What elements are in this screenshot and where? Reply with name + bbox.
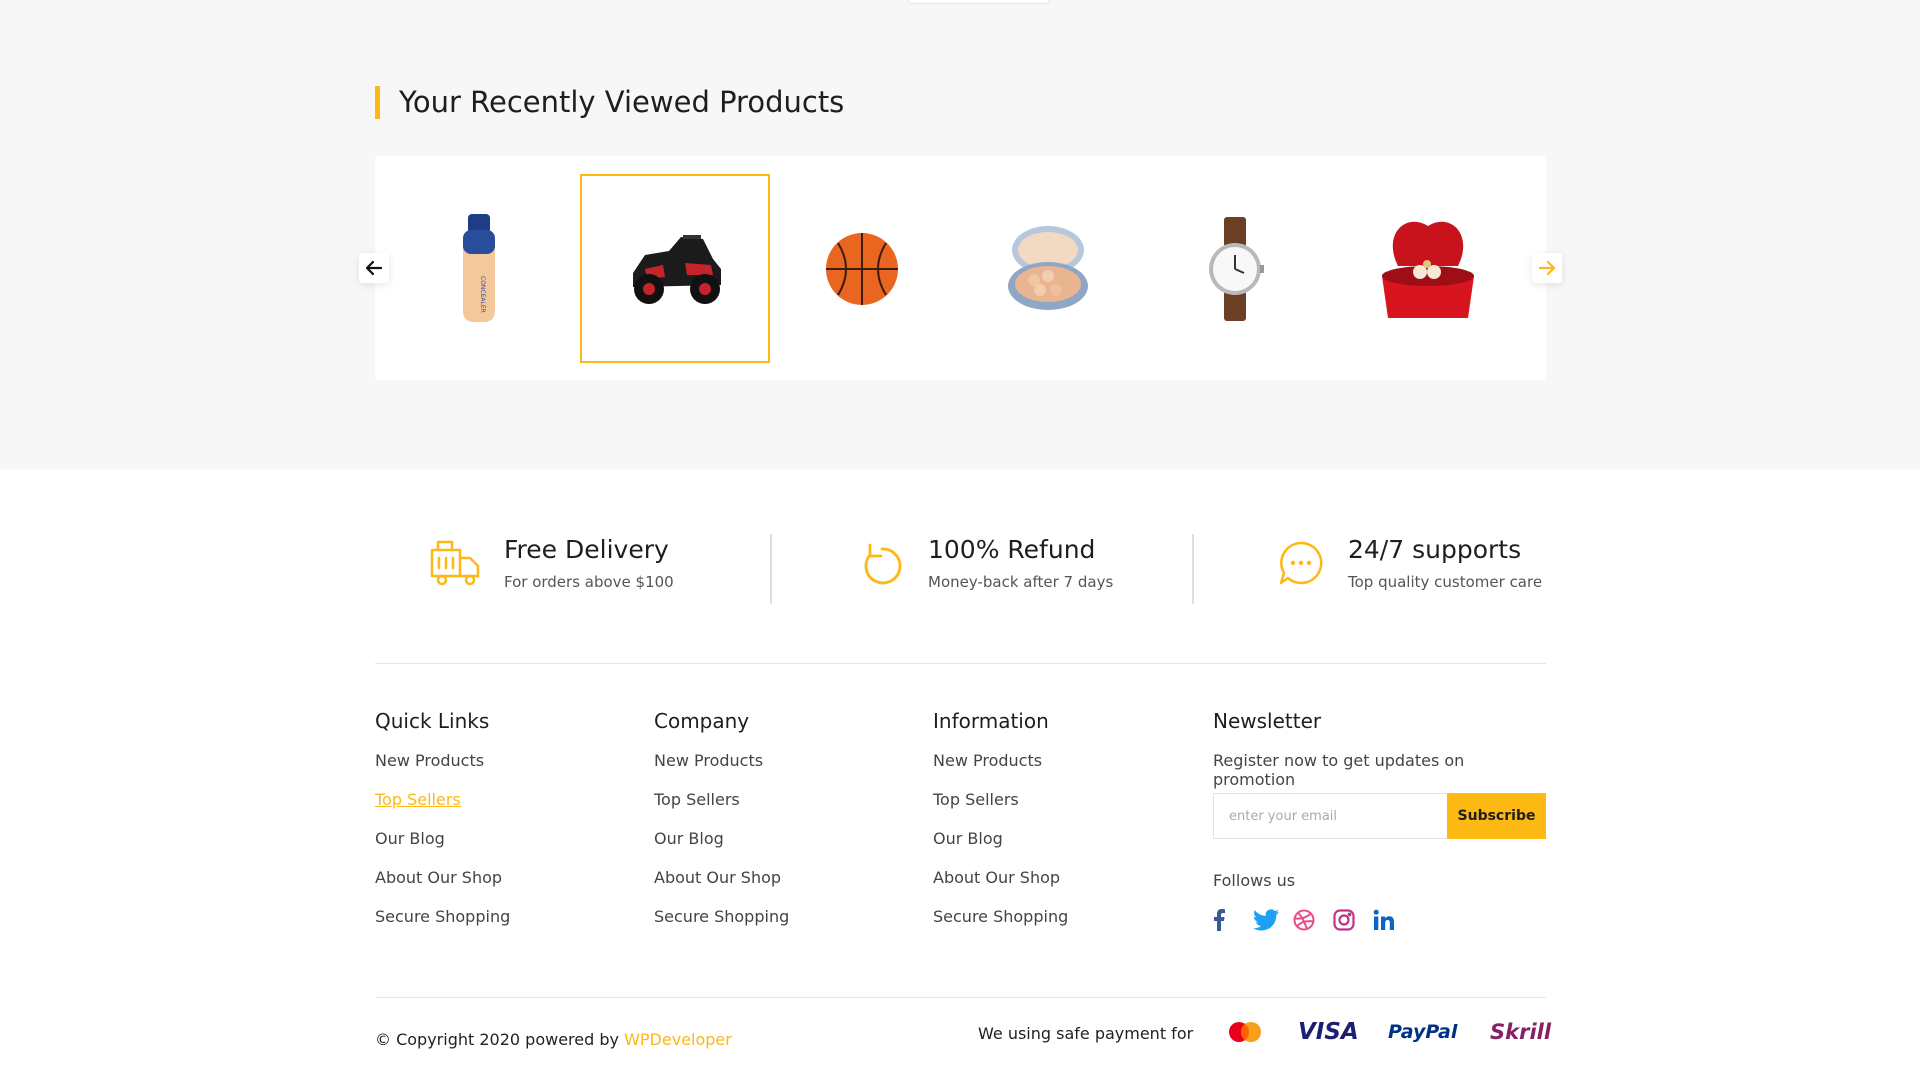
twitter-icon[interactable]: [1253, 907, 1293, 933]
section-title: Your Recently Viewed Products: [375, 86, 844, 119]
site-footer: Free Delivery For orders above $100 100%…: [0, 469, 1920, 1080]
chat-support-icon: [1279, 541, 1323, 585]
footer-link[interactable]: Our Blog: [375, 829, 510, 868]
powder-compact-image: [1008, 225, 1088, 310]
visa-logo: VISA: [1298, 1019, 1359, 1045]
facebook-icon[interactable]: [1213, 907, 1253, 933]
column-title: Newsletter: [1213, 709, 1322, 733]
feature-refund: 100% Refund Money-back after 7 days: [862, 535, 1113, 591]
footer-link[interactable]: New Products: [654, 751, 789, 790]
arrow-right-icon: [1539, 261, 1555, 275]
feature-divider: [1192, 534, 1194, 604]
footer-link[interactable]: Secure Shopping: [654, 907, 789, 946]
column-title: Information: [933, 709, 1049, 733]
feature-subtitle: For orders above $100: [504, 573, 674, 591]
company-column: Company New Products Top Sellers Our Blo…: [654, 709, 789, 946]
feature-subtitle: Money-back after 7 days: [928, 573, 1114, 591]
follow-label: Follows us: [1213, 871, 1296, 890]
footer-link[interactable]: New Products: [933, 751, 1068, 790]
product-card[interactable]: [1333, 174, 1523, 363]
footer-bottom-divider: [375, 997, 1546, 998]
newsletter-column: Newsletter Register now to get updates o…: [1213, 709, 1546, 931]
page-tab-stub: [908, 0, 1050, 4]
ring-box-image: [1382, 221, 1474, 318]
newsletter-form: Subscribe: [1213, 793, 1546, 839]
arrow-left-icon: [366, 261, 382, 275]
social-links: [1213, 907, 1413, 933]
quick-links-column: Quick Links New Products Top Sellers Our…: [375, 709, 510, 946]
footer-divider: [375, 663, 1546, 664]
feature-title: 24/7 supports: [1348, 535, 1522, 564]
concealer-bottle-image: CONCEALER: [463, 213, 495, 322]
footer-link[interactable]: Top Sellers: [654, 790, 789, 829]
toy-jeep-image: [633, 234, 721, 304]
paypal-logo: PayPal: [1388, 1021, 1458, 1043]
footer-link[interactable]: About Our Shop: [933, 868, 1068, 907]
product-card[interactable]: CONCEALER: [384, 174, 574, 363]
feature-title: Free Delivery: [504, 535, 669, 564]
footer-link[interactable]: Our Blog: [654, 829, 789, 868]
footer-link[interactable]: About Our Shop: [654, 868, 789, 907]
dribbble-icon[interactable]: [1293, 907, 1333, 933]
delivery-truck-icon: [430, 540, 480, 586]
recently-viewed-section: Your Recently Viewed Products CONCEALER: [0, 0, 1920, 469]
product-carousel: CONCEALER: [375, 156, 1546, 380]
feature-free-delivery: Free Delivery For orders above $100: [430, 535, 674, 591]
wrist-watch-image: [1209, 216, 1264, 321]
carousel-prev-button[interactable]: [359, 253, 389, 283]
feature-subtitle: Top quality customer care: [1348, 573, 1543, 591]
mastercard-icon: [1228, 1017, 1262, 1047]
bottle-label: CONCEALER: [479, 276, 486, 313]
instagram-icon[interactable]: [1333, 907, 1373, 933]
carousel-next-button[interactable]: [1532, 253, 1562, 283]
column-title: Quick Links: [375, 709, 490, 733]
copyright-text: © Copyright 2020 powered by: [375, 1030, 625, 1049]
footer-link[interactable]: New Products: [375, 751, 510, 790]
brand-link[interactable]: WPDeveloper: [624, 1030, 732, 1049]
product-card[interactable]: [767, 174, 957, 363]
product-card[interactable]: [580, 174, 770, 363]
subscribe-button[interactable]: Subscribe: [1447, 793, 1546, 839]
feature-divider: [770, 534, 772, 604]
product-card[interactable]: [953, 174, 1143, 363]
email-input[interactable]: [1213, 793, 1447, 839]
product-card[interactable]: [1139, 174, 1329, 363]
information-column: Information New Products Top Sellers Our…: [933, 709, 1068, 946]
footer-link[interactable]: Top Sellers: [375, 790, 510, 829]
footer-link[interactable]: Secure Shopping: [375, 907, 510, 946]
footer-link[interactable]: Top Sellers: [933, 790, 1068, 829]
linkedin-icon[interactable]: [1373, 907, 1413, 933]
footer-link[interactable]: Our Blog: [933, 829, 1068, 868]
footer-link[interactable]: About Our Shop: [375, 868, 510, 907]
refund-icon: [864, 543, 902, 585]
column-title: Company: [654, 709, 750, 733]
copyright: © Copyright 2020 powered by WPDeveloper: [375, 1030, 732, 1049]
newsletter-text: Register now to get updates on promotion: [1213, 751, 1465, 789]
feature-support: 24/7 supports Top quality customer care: [1278, 535, 1542, 591]
payment-text: We using safe payment for: [978, 1024, 1194, 1043]
skrill-logo: Skrill: [1490, 1020, 1552, 1044]
footer-link[interactable]: Secure Shopping: [933, 907, 1068, 946]
basketball-image: [826, 232, 898, 305]
feature-title: 100% Refund: [928, 535, 1096, 564]
